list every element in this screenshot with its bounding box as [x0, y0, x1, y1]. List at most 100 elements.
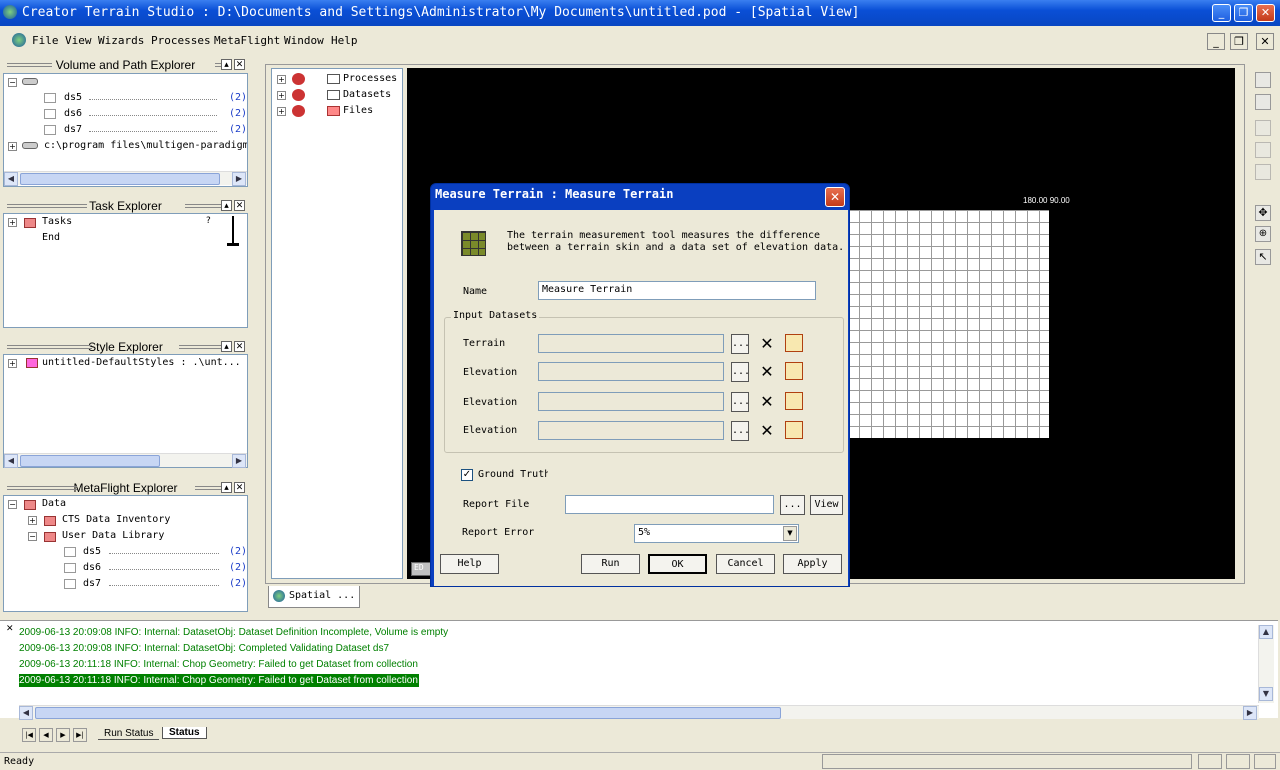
menu-help[interactable]: Help	[331, 34, 358, 47]
dialog-close-button[interactable]: ✕	[825, 187, 845, 207]
elevation2-input[interactable]	[538, 392, 724, 411]
draw-icon[interactable]	[1255, 164, 1271, 180]
zoom-icon[interactable]: ⊕	[1255, 226, 1271, 242]
menu-wizards[interactable]: Wizards	[98, 34, 144, 47]
scroll-thumb[interactable]	[20, 455, 160, 467]
scroll-right-icon[interactable]: ▶	[232, 454, 246, 468]
scroll-right-icon[interactable]: ▶	[232, 172, 246, 186]
task-item-end[interactable]: End	[42, 232, 60, 243]
scroll-left-icon[interactable]: ◀	[4, 454, 18, 468]
expander[interactable]: −	[28, 532, 37, 541]
style-explorer-close-button[interactable]: ✕	[234, 341, 245, 352]
checker-icon[interactable]	[1255, 142, 1271, 158]
elevation3-browse-button[interactable]: ...	[731, 421, 750, 441]
tile-icon[interactable]	[1255, 94, 1271, 110]
style-explorer-pin-button[interactable]: ▴	[221, 341, 232, 352]
report-error-select[interactable]: 5% ▼	[634, 524, 799, 543]
help-button[interactable]: Help	[440, 554, 499, 574]
terrain-folder-icon[interactable]	[785, 334, 803, 352]
cancel-button[interactable]: Cancel	[716, 554, 775, 574]
scroll-left-icon[interactable]: ◀	[19, 706, 33, 720]
task-item-tasks[interactable]: Tasks	[42, 216, 72, 227]
child-minimize-button[interactable]: _	[1207, 33, 1225, 50]
tab-nav-prev-icon[interactable]: ◀	[39, 728, 53, 742]
menu-metaflight[interactable]: MetaFlight	[214, 34, 280, 47]
expander[interactable]: +	[277, 107, 286, 116]
tab-nav-last-icon[interactable]: ▶|	[73, 728, 87, 742]
scroll-down-icon[interactable]: ▼	[1259, 687, 1273, 701]
volume-item-ds5[interactable]: ds5	[64, 92, 82, 103]
log-line-selected[interactable]: 2009-06-13 20:11:18 INFO: Internal: Chop…	[19, 674, 419, 687]
run-button[interactable]: Run	[581, 554, 640, 574]
metaflight-item-ds6[interactable]: ds6	[83, 562, 101, 573]
elevation3-folder-icon[interactable]	[785, 421, 803, 439]
child-restore-button[interactable]: ❐	[1230, 33, 1248, 50]
volume-item-ds6[interactable]: ds6	[64, 108, 82, 119]
expander[interactable]: +	[277, 75, 286, 84]
metaflight-explorer-close-button[interactable]: ✕	[234, 482, 245, 493]
expander[interactable]: +	[8, 359, 17, 368]
metaflight-explorer-pin-button[interactable]: ▴	[221, 482, 232, 493]
spatial-tab[interactable]: Spatial ...	[268, 586, 360, 608]
ok-button[interactable]: OK	[648, 554, 707, 574]
tab-run-status[interactable]: Run Status	[98, 728, 160, 740]
task-explorer-close-button[interactable]: ✕	[234, 200, 245, 211]
close-button[interactable]: ✕	[1256, 4, 1275, 22]
minimize-button[interactable]: _	[1212, 4, 1231, 22]
style-item-default[interactable]: untitled-DefaultStyles : .\unt...	[42, 357, 241, 368]
terrain-input[interactable]	[538, 334, 724, 353]
volume-path-item[interactable]: c:\program files\multigen-paradigm	[44, 140, 247, 151]
pointer-icon[interactable]: ↖	[1255, 249, 1271, 265]
volume-explorer-pin-button[interactable]: ▴	[221, 59, 232, 70]
elevation2-browse-button[interactable]: ...	[731, 392, 750, 412]
metaflight-item-ds5[interactable]: ds5	[83, 546, 101, 557]
menu-file[interactable]: File	[32, 34, 59, 47]
tab-status[interactable]: Status	[162, 727, 207, 739]
elevation1-input[interactable]	[538, 362, 724, 381]
scroll-thumb[interactable]	[35, 707, 781, 719]
style-explorer-hscroll[interactable]: ◀ ▶	[4, 453, 247, 468]
elevation1-folder-icon[interactable]	[785, 362, 803, 380]
tab-nav-next-icon[interactable]: ▶	[56, 728, 70, 742]
maximize-button[interactable]: ❐	[1234, 4, 1253, 22]
elevation1-clear-icon[interactable]: ✕	[758, 363, 776, 381]
terrain-clear-icon[interactable]: ✕	[758, 335, 776, 353]
expander[interactable]: −	[8, 500, 17, 509]
scroll-up-icon[interactable]: ▲	[1259, 625, 1273, 639]
elevation2-clear-icon[interactable]: ✕	[758, 393, 776, 411]
log-line[interactable]: 2009-06-13 20:09:08 INFO: Internal: Data…	[19, 627, 448, 638]
log-line[interactable]: 2009-06-13 20:11:18 INFO: Internal: Chop…	[19, 659, 418, 670]
child-close-button[interactable]: ✕	[1256, 33, 1274, 50]
elevation3-input[interactable]	[538, 421, 724, 440]
metaflight-data-root[interactable]: Data	[42, 498, 66, 509]
edit-icon[interactable]	[1255, 120, 1271, 136]
report-file-browse-button[interactable]: ...	[780, 495, 805, 515]
apply-button[interactable]: Apply	[783, 554, 842, 574]
log-close-icon[interactable]: ✕	[6, 624, 14, 634]
menu-window[interactable]: Window	[284, 34, 324, 47]
metaflight-user-library[interactable]: User Data Library	[62, 530, 164, 541]
metaflight-item-ds7[interactable]: ds7	[83, 578, 101, 589]
volume-explorer-close-button[interactable]: ✕	[234, 59, 245, 70]
expander[interactable]: +	[277, 91, 286, 100]
report-file-view-button[interactable]: View	[810, 495, 843, 515]
report-file-input[interactable]	[565, 495, 774, 514]
pan-icon[interactable]: ✥	[1255, 205, 1271, 221]
name-input[interactable]: Measure Terrain	[538, 281, 816, 300]
scroll-left-icon[interactable]: ◀	[4, 172, 18, 186]
terrain-browse-button[interactable]: ...	[731, 334, 750, 354]
expander[interactable]: +	[8, 142, 17, 151]
expander[interactable]: +	[28, 516, 37, 525]
menu-view[interactable]: View	[65, 34, 92, 47]
dropdown-arrow-icon[interactable]: ▼	[783, 526, 797, 541]
elevation3-clear-icon[interactable]: ✕	[758, 422, 776, 440]
expander[interactable]: +	[8, 218, 17, 227]
menu-processes[interactable]: Processes	[151, 34, 211, 47]
volume-item-ds7[interactable]: ds7	[64, 124, 82, 135]
task-explorer-pin-button[interactable]: ▴	[221, 200, 232, 211]
scroll-thumb[interactable]	[20, 173, 220, 185]
elevation1-browse-button[interactable]: ...	[731, 362, 750, 382]
spatial-tree-datasets[interactable]: Datasets	[343, 89, 391, 100]
grid-icon[interactable]	[1255, 72, 1271, 88]
expander[interactable]: −	[8, 78, 17, 87]
